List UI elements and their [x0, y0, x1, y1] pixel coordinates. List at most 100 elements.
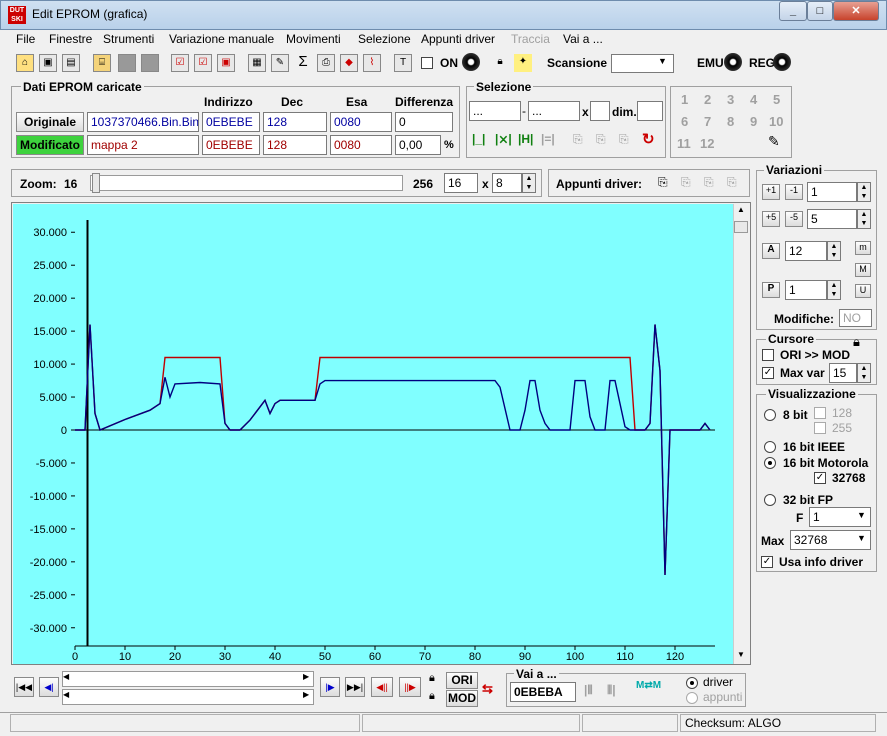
- radio-16bit-motorola[interactable]: [764, 457, 776, 469]
- selezione-x-field[interactable]: [590, 101, 610, 121]
- minus5-button[interactable]: -5: [785, 211, 803, 227]
- runner-icon[interactable]: ✦: [514, 54, 532, 72]
- save-as-icon[interactable]: [141, 54, 159, 72]
- open-folder-icon[interactable]: ⌸: [93, 54, 111, 72]
- home-icon[interactable]: ⌂: [16, 54, 34, 72]
- lock-icon[interactable]: 🔒︎: [491, 54, 509, 72]
- modificato-file-field[interactable]: mappa 2: [87, 135, 199, 155]
- scroll-down-icon[interactable]: ▼: [734, 650, 748, 664]
- menu-vai-a[interactable]: Vai a ...: [563, 32, 603, 46]
- marker-arrows-icon[interactable]: M⇄M: [636, 680, 661, 691]
- modificato-button[interactable]: Modificato: [16, 135, 84, 155]
- modificato-hex-field[interactable]: 0080: [330, 135, 392, 155]
- text-icon[interactable]: T: [394, 54, 412, 72]
- checkbox-32768[interactable]: ✓: [814, 472, 826, 484]
- select-right-icon[interactable]: |H|: [518, 132, 536, 148]
- on-checkbox[interactable]: [421, 57, 433, 69]
- zoom-value-field[interactable]: 16: [444, 173, 478, 193]
- variazione4-spinner[interactable]: ▲ ▼: [827, 280, 841, 300]
- maxvar-field[interactable]: 15: [829, 363, 857, 383]
- 3d-icon[interactable]: ◆: [340, 54, 358, 72]
- horizontal-scroll-bottom[interactable]: [62, 689, 314, 705]
- maxvar-checkbox[interactable]: ✓: [762, 367, 774, 379]
- zoom-factor-field[interactable]: 8: [492, 173, 522, 193]
- next-diff-button[interactable]: ||▶: [399, 677, 421, 697]
- hscroll-left-icon[interactable]: ◀: [63, 672, 69, 681]
- mod-button[interactable]: MOD: [446, 690, 478, 707]
- ori-mod-checkbox[interactable]: [762, 349, 774, 361]
- radio-8bit[interactable]: [764, 409, 776, 421]
- m-upper-button[interactable]: M: [855, 263, 871, 277]
- select-left-icon[interactable]: |_|: [472, 132, 490, 148]
- emu-indicator-icon[interactable]: [724, 53, 742, 71]
- hscroll2-right-icon[interactable]: ▶: [303, 690, 309, 699]
- variazione1-field[interactable]: 1: [807, 182, 857, 202]
- prev-button[interactable]: ◀|: [39, 677, 59, 697]
- next-button[interactable]: |▶: [320, 677, 340, 697]
- chart-vertical-scrollbar[interactable]: [733, 204, 749, 664]
- zoom-factor-spinner[interactable]: ▲ ▼: [522, 173, 536, 193]
- hscroll2-left-icon[interactable]: ◀: [63, 690, 69, 699]
- maximize-button[interactable]: □: [807, 1, 833, 21]
- u-button[interactable]: U: [855, 284, 871, 298]
- originale-button[interactable]: Originale: [16, 112, 84, 132]
- variazione3-spinner[interactable]: ▲ ▼: [827, 241, 841, 261]
- scroll-up-icon[interactable]: ▲: [734, 205, 748, 219]
- menu-finestre[interactable]: Finestre: [49, 32, 92, 46]
- check2-icon[interactable]: ☑: [194, 54, 212, 72]
- menu-strumenti[interactable]: Strumenti: [103, 32, 154, 46]
- edit-icon[interactable]: ✎: [271, 54, 289, 72]
- clipboard-icon[interactable]: ⎘: [658, 175, 668, 190]
- checksum-icon[interactable]: ▣: [217, 54, 235, 72]
- graph-icon[interactable]: ⌇: [363, 54, 381, 72]
- variazione4-field[interactable]: 1: [785, 280, 827, 300]
- menu-selezione[interactable]: Selezione: [358, 32, 411, 46]
- variazione1-spinner[interactable]: ▲ ▼: [857, 182, 871, 202]
- plus5-button[interactable]: +5: [762, 211, 780, 227]
- originale-diff-field[interactable]: 0: [395, 112, 453, 132]
- originale-file-field[interactable]: 1037370466.Bin.Bin: [87, 112, 199, 132]
- selezione-from-field[interactable]: ...: [469, 101, 521, 121]
- zoom-slider[interactable]: [90, 175, 403, 191]
- usa-info-checkbox[interactable]: ✓: [761, 556, 773, 568]
- menu-movimenti[interactable]: Movimenti: [286, 32, 341, 46]
- calculator-icon[interactable]: ▦: [248, 54, 266, 72]
- minus1-button[interactable]: -1: [785, 184, 803, 200]
- radio-driver[interactable]: [686, 677, 698, 689]
- zoom-slider-handle[interactable]: [92, 173, 100, 193]
- modificato-diff-field[interactable]: 0,00: [395, 135, 441, 155]
- menu-file[interactable]: File: [16, 32, 35, 46]
- p-button[interactable]: P: [762, 282, 780, 298]
- variazione2-field[interactable]: 5: [807, 209, 857, 229]
- menu-variazione-manuale[interactable]: Variazione manuale: [169, 32, 274, 46]
- selezione-to-field[interactable]: ...: [528, 101, 580, 121]
- originale-dec-field[interactable]: 128: [263, 112, 327, 132]
- sigma-icon[interactable]: Σ: [294, 54, 312, 72]
- save-icon[interactable]: [118, 54, 136, 72]
- last-button[interactable]: ▶▶|: [345, 677, 365, 697]
- vai-a-field[interactable]: 0EBEBA: [510, 682, 576, 702]
- print-icon[interactable]: ⎙: [317, 54, 335, 72]
- first-button[interactable]: |◀◀: [14, 677, 34, 697]
- variazione2-spinner[interactable]: ▲ ▼: [857, 209, 871, 229]
- notes-icon[interactable]: ✎: [768, 133, 786, 151]
- modificato-dec-field[interactable]: 128: [263, 135, 327, 155]
- selezione-dim-field[interactable]: [637, 101, 663, 121]
- menu-appunti-driver[interactable]: Appunti driver: [421, 32, 495, 46]
- hscroll-right-icon[interactable]: ▶: [303, 672, 309, 681]
- reg-indicator-icon[interactable]: [773, 53, 791, 71]
- maxvar-spinner[interactable]: ▲ ▼: [857, 363, 871, 383]
- reset-icon[interactable]: ↻: [642, 130, 655, 148]
- window-icon[interactable]: ▤: [62, 54, 80, 72]
- radio-32bit-fp[interactable]: [764, 494, 776, 506]
- close-button[interactable]: ✕: [833, 1, 879, 21]
- windows-icon[interactable]: ▣: [39, 54, 57, 72]
- chart-plot[interactable]: 30.000 25.000 20.000 15.000 10.000 5.000 0 -5.0…: [13, 204, 733, 664]
- check-icon[interactable]: ☑: [171, 54, 189, 72]
- swap-icon[interactable]: ⇆: [482, 681, 493, 697]
- ori-button[interactable]: ORI: [446, 672, 478, 689]
- originale-hex-field[interactable]: 0080: [330, 112, 392, 132]
- a-button[interactable]: A: [762, 243, 780, 259]
- variazione3-field[interactable]: 12: [785, 241, 827, 261]
- radio-16bit-ieee[interactable]: [764, 441, 776, 453]
